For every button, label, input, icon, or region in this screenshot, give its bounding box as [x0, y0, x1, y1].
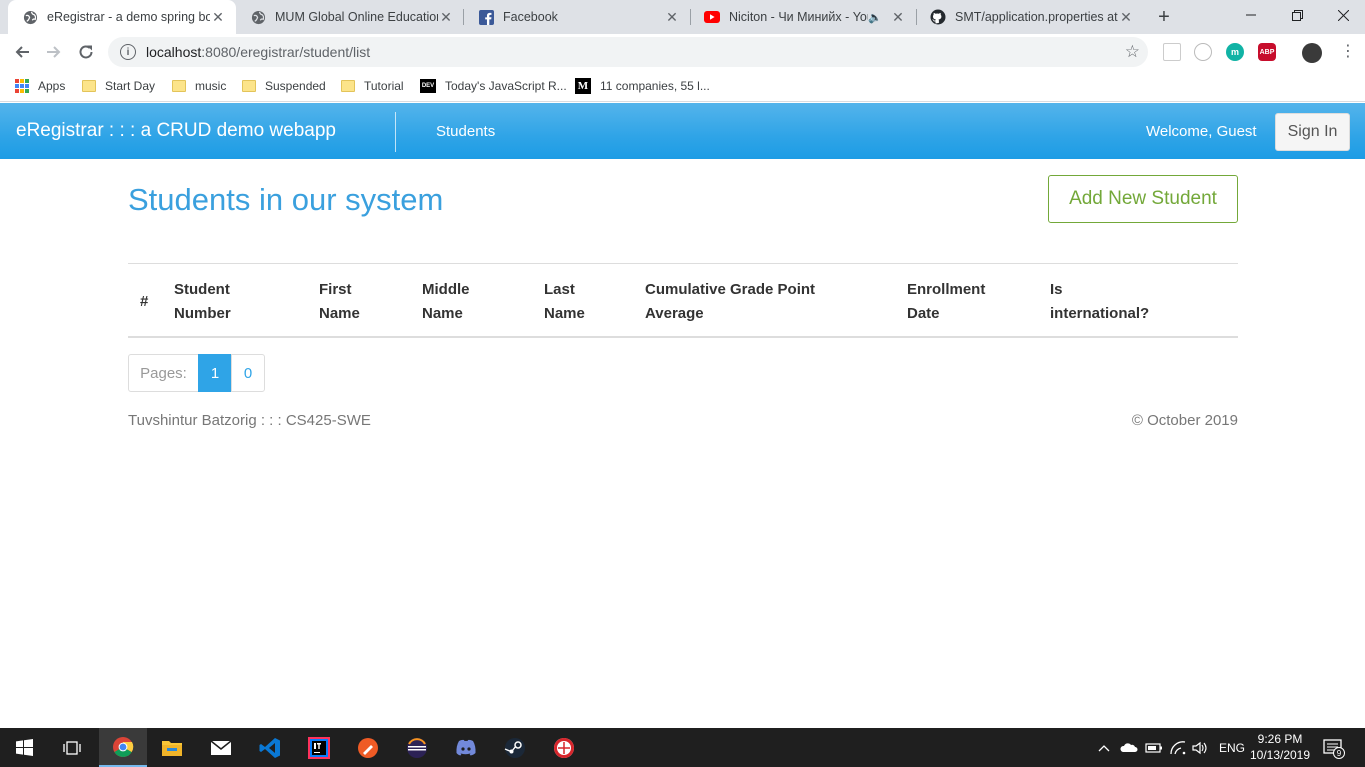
language-indicator[interactable]: ENG [1219, 728, 1245, 767]
restore-icon[interactable] [1274, 0, 1320, 30]
bookmarks-bar: Apps Start Day music Suspended Tutorial … [0, 70, 1365, 102]
windows-start-icon[interactable] [0, 728, 48, 767]
forward-icon[interactable] [40, 38, 68, 66]
tab-mum[interactable]: MUM Global Online Education ✕ [236, 0, 464, 34]
add-new-student-button[interactable]: Add New Student [1048, 175, 1238, 223]
column-header-cgpa: Cumulative Grade Point Average [645, 281, 816, 322]
bookmark-start-day[interactable]: Start Day [82, 76, 155, 96]
facebook-icon [478, 9, 494, 25]
file-explorer-icon[interactable] [148, 728, 196, 767]
close-tab-icon[interactable]: ✕ [890, 9, 906, 25]
bookmark-music[interactable]: music [172, 76, 226, 96]
notification-count: 9 [1337, 749, 1342, 758]
column-header-middle-name: Middle Name [422, 281, 470, 322]
column-header-last-name: Last Name [544, 281, 585, 322]
folder-icon [242, 80, 256, 92]
browser-tab-strip: eRegistrar - a demo spring boo ✕ MUM Glo… [0, 0, 1365, 34]
extension-icon[interactable] [1194, 43, 1212, 61]
tab-youtube[interactable]: Niciton - Чи Минийх - You 🔈 ✕ [690, 0, 916, 34]
app-navbar: eRegistrar : : : a CRUD demo webapp Stud… [0, 103, 1365, 159]
task-view-icon[interactable] [48, 728, 96, 767]
github-icon [930, 9, 946, 25]
column-header-enrollment-date: Enrollment Date [907, 281, 986, 322]
globe-icon [250, 9, 266, 25]
column-header-first-name: First Name [319, 281, 360, 322]
close-window-icon[interactable] [1320, 0, 1365, 30]
site-info-icon[interactable]: i [120, 44, 136, 60]
page-link-active[interactable]: 1 [198, 354, 232, 392]
minimize-icon[interactable] [1228, 0, 1274, 30]
bookmark-star-icon[interactable]: ☆ [1125, 42, 1140, 62]
navbar-divider [395, 112, 396, 152]
extension-icon[interactable] [1163, 43, 1181, 61]
intellij-icon[interactable] [295, 728, 343, 767]
chrome-menu-icon[interactable]: ⋮ [1340, 42, 1356, 62]
folder-icon [341, 80, 355, 92]
nav-link-students[interactable]: Students [436, 123, 495, 140]
postman-icon[interactable] [344, 728, 392, 767]
folder-icon [172, 80, 186, 92]
globe-icon [22, 9, 38, 25]
steam-icon[interactable] [491, 728, 539, 767]
bookmark-11-companies[interactable]: M 11 companies, 55 l... [575, 76, 710, 96]
notifications-icon[interactable]: 9 [1323, 728, 1345, 767]
tab-eregistrar[interactable]: eRegistrar - a demo spring boo ✕ [8, 0, 236, 34]
vscode-icon[interactable] [246, 728, 294, 767]
footer-author: Tuvshintur Batzorig : : : CS425-SWE [128, 412, 371, 429]
wifi-icon[interactable] [1170, 728, 1186, 767]
back-icon[interactable] [8, 38, 36, 66]
close-tab-icon[interactable]: ✕ [210, 9, 226, 25]
opera-icon[interactable] [540, 728, 588, 767]
address-bar[interactable]: i localhost:8080/eregistrar/student/list… [108, 37, 1148, 67]
tab-github[interactable]: SMT/application.properties at ✕ [916, 0, 1144, 34]
system-clock[interactable]: 9:26 PM 10/13/2019 [1248, 731, 1312, 763]
mail-icon[interactable] [197, 728, 245, 767]
column-header-is-international: Is international? [1050, 281, 1150, 322]
bookmark-todays-javascript[interactable]: DEV Today's JavaScript R... [420, 76, 567, 96]
browser-toolbar: i localhost:8080/eregistrar/student/list… [0, 34, 1365, 70]
column-header-number: # [140, 293, 149, 310]
close-tab-icon[interactable]: ✕ [438, 9, 454, 25]
tab-facebook[interactable]: Facebook ✕ [464, 0, 690, 34]
pagination: Pages: 1 0 [128, 354, 265, 392]
chrome-icon[interactable] [99, 728, 147, 767]
adblock-icon[interactable]: ABP [1258, 43, 1276, 61]
navbar-brand[interactable]: eRegistrar : : : a CRUD demo webapp [16, 120, 336, 142]
medium-icon: M [575, 78, 591, 94]
onedrive-icon[interactable] [1120, 728, 1138, 767]
dev-icon: DEV [420, 79, 436, 93]
bookmark-suspended[interactable]: Suspended [242, 76, 326, 96]
close-tab-icon[interactable]: ✕ [1118, 9, 1134, 25]
page-title: Students in our system [128, 182, 444, 217]
url-text: localhost:8080/eregistrar/student/list [146, 44, 371, 60]
sign-in-button[interactable]: Sign In [1275, 113, 1350, 151]
new-tab-icon[interactable]: + [1152, 5, 1176, 29]
students-table: # Student Number First Name Middle Name Las… [128, 263, 1238, 338]
profile-avatar[interactable] [1302, 43, 1322, 63]
reload-icon[interactable] [72, 38, 100, 66]
discord-icon[interactable] [442, 728, 490, 767]
volume-icon[interactable] [1192, 728, 1208, 767]
youtube-icon [704, 9, 720, 25]
page-link[interactable]: 0 [231, 354, 265, 392]
extension-icon[interactable]: m [1226, 43, 1244, 61]
bookmark-tutorial[interactable]: Tutorial [341, 76, 404, 96]
column-header-student-number: Student Number [174, 281, 231, 322]
folder-icon [82, 80, 96, 92]
eclipse-icon[interactable] [393, 728, 441, 767]
speaker-icon[interactable]: 🔈 [868, 11, 882, 24]
footer-copyright: © October 2019 [1131, 412, 1238, 429]
apps-grid-icon [15, 79, 29, 93]
pagination-label: Pages: [128, 354, 199, 392]
welcome-text: Welcome, Guest [1146, 123, 1257, 140]
windows-taskbar: ENG 9:26 PM 10/13/2019 9 [0, 728, 1365, 767]
close-tab-icon[interactable]: ✕ [664, 9, 680, 25]
battery-icon[interactable] [1145, 728, 1163, 767]
bookmark-apps[interactable]: Apps [15, 76, 65, 96]
show-hidden-icons-icon[interactable] [1098, 728, 1110, 767]
